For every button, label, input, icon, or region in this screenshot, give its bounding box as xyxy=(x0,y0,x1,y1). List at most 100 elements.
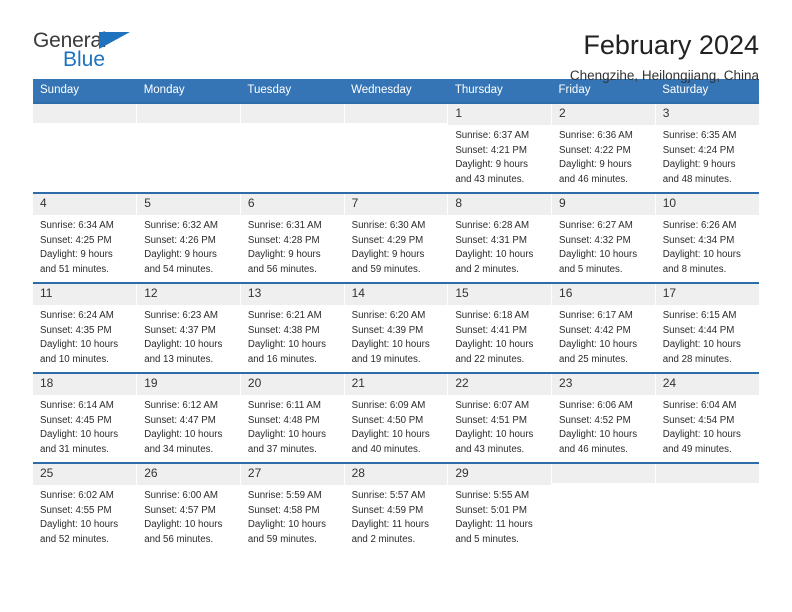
daylight-text-line2: and 2 minutes. xyxy=(455,264,519,275)
day-number xyxy=(33,104,137,123)
weekday-header-wednesday: Wednesday xyxy=(344,79,448,103)
sunset-text: Sunset: 4:24 PM xyxy=(662,144,735,156)
daylight-text-line2: and 52 minutes. xyxy=(40,534,109,545)
day-cell-empty xyxy=(655,462,759,553)
sunrise-text: Sunrise: 6:35 AM xyxy=(662,129,737,141)
day-cell[interactable]: 20 Sunrise: 6:11 AM Sunset: 4:48 PM Dayligh… xyxy=(240,372,345,463)
day-cell[interactable]: 28 Sunrise: 5:57 AM Sunset: 4:59 PM Dayligh… xyxy=(344,462,449,553)
day-cell[interactable]: 10 Sunrise: 6:26 AM Sunset: 4:34 PM Dayligh… xyxy=(655,192,759,283)
day-number: 14 xyxy=(344,284,448,305)
weekday-header-thursday: Thursday xyxy=(447,79,552,103)
sunrise-text: Sunrise: 6:06 AM xyxy=(559,399,633,411)
sunrise-text: Sunrise: 6:12 AM xyxy=(144,399,218,411)
daylight-text-line2: and 40 minutes. xyxy=(351,444,421,455)
day-cell[interactable]: 15 Sunrise: 6:18 AM Sunset: 4:41 PM Dayligh… xyxy=(447,282,553,373)
day-number xyxy=(655,464,759,483)
daylight-text-line1: Daylight: 9 hours xyxy=(351,249,425,261)
day-cell[interactable]: 24 Sunrise: 6:04 AM Sunset: 4:54 PM Dayligh… xyxy=(655,372,759,463)
daylight-text-line2: and 22 minutes. xyxy=(455,354,525,365)
page-subtitle: Chengzihe, Heilongjiang, China xyxy=(569,68,759,84)
sunset-text: Sunset: 4:55 PM xyxy=(40,504,112,516)
day-cell[interactable]: 18 Sunrise: 6:14 AM Sunset: 4:45 PM Dayligh… xyxy=(33,372,138,463)
day-cell[interactable]: 25 Sunrise: 6:02 AM Sunset: 4:55 PM Dayligh… xyxy=(33,462,138,553)
day-details: Sunrise: 6:04 AM Sunset: 4:54 PM Daylight:… xyxy=(656,395,759,458)
day-cell[interactable]: 29 Sunrise: 5:55 AM Sunset: 5:01 PM Dayligh… xyxy=(447,462,553,553)
sunrise-text: Sunrise: 6:00 AM xyxy=(144,489,218,501)
day-cell[interactable]: 17 Sunrise: 6:15 AM Sunset: 4:44 PM Dayligh… xyxy=(655,282,759,373)
day-cell[interactable]: 2 Sunrise: 6:36 AM Sunset: 4:22 PM Daylight… xyxy=(551,102,656,193)
day-number: 5 xyxy=(137,194,240,215)
day-number: 26 xyxy=(137,464,240,485)
sunset-text: Sunset: 4:21 PM xyxy=(455,144,527,156)
day-cell[interactable]: 12 Sunrise: 6:23 AM Sunset: 4:37 PM Dayligh… xyxy=(136,282,241,373)
daylight-text-line2: and 56 minutes. xyxy=(247,264,317,275)
sunset-text: Sunset: 5:01 PM xyxy=(455,504,527,516)
day-cell[interactable]: 6 Sunrise: 6:31 AM Sunset: 4:28 PM Daylight… xyxy=(240,192,345,283)
day-cell[interactable]: 19 Sunrise: 6:12 AM Sunset: 4:47 PM Dayligh… xyxy=(136,372,241,463)
day-cell[interactable]: 22 Sunrise: 6:07 AM Sunset: 4:51 PM Dayligh… xyxy=(447,372,553,463)
day-number: 2 xyxy=(552,104,655,125)
sunrise-text: Sunrise: 5:55 AM xyxy=(455,489,530,501)
daylight-text-line2: and 56 minutes. xyxy=(144,534,214,545)
sunrise-text: Sunrise: 6:14 AM xyxy=(40,399,114,411)
sunrise-text: Sunrise: 6:15 AM xyxy=(662,309,737,321)
day-details: Sunrise: 5:59 AM Sunset: 4:58 PM Daylight:… xyxy=(241,485,344,548)
sunrise-text: Sunrise: 6:07 AM xyxy=(455,399,530,411)
daylight-text-line2: and 19 minutes. xyxy=(351,354,421,365)
day-cell[interactable]: 8 Sunrise: 6:28 AM Sunset: 4:31 PM Daylight… xyxy=(447,192,553,283)
sunrise-text: Sunrise: 5:57 AM xyxy=(351,489,426,501)
day-details: Sunrise: 6:06 AM Sunset: 4:52 PM Daylight:… xyxy=(552,395,655,458)
day-number: 6 xyxy=(240,194,344,215)
sunset-text: Sunset: 4:51 PM xyxy=(455,414,527,426)
day-number: 19 xyxy=(137,374,240,395)
sunrise-text: Sunrise: 6:18 AM xyxy=(455,309,530,321)
daylight-text-line1: Daylight: 9 hours xyxy=(455,159,529,171)
daylight-text-line2: and 59 minutes. xyxy=(351,264,421,275)
daylight-text-line2: and 16 minutes. xyxy=(247,354,317,365)
day-details: Sunrise: 6:07 AM Sunset: 4:51 PM Daylight:… xyxy=(448,395,551,458)
day-cell[interactable]: 13 Sunrise: 6:21 AM Sunset: 4:38 PM Dayligh… xyxy=(240,282,345,373)
sunset-text: Sunset: 4:58 PM xyxy=(247,504,320,516)
daylight-text-line1: Daylight: 10 hours xyxy=(144,339,223,351)
sunset-text: Sunset: 4:28 PM xyxy=(247,234,320,246)
day-details: Sunrise: 5:55 AM Sunset: 5:01 PM Daylight:… xyxy=(448,485,551,548)
day-cell[interactable]: 23 Sunrise: 6:06 AM Sunset: 4:52 PM Dayligh… xyxy=(551,372,656,463)
daylight-text-line2: and 8 minutes. xyxy=(662,264,727,275)
calendar-week-row: 25 Sunrise: 6:02 AM Sunset: 4:55 PM Dayligh… xyxy=(33,462,759,553)
daylight-text-line2: and 34 minutes. xyxy=(144,444,214,455)
day-cell[interactable]: 16 Sunrise: 6:17 AM Sunset: 4:42 PM Dayligh… xyxy=(551,282,656,373)
day-cell[interactable]: 9 Sunrise: 6:27 AM Sunset: 4:32 PM Daylight… xyxy=(551,192,656,283)
day-cell[interactable]: 3 Sunrise: 6:35 AM Sunset: 4:24 PM Daylight… xyxy=(655,102,759,193)
sunrise-text: Sunrise: 6:28 AM xyxy=(455,219,530,231)
day-cell-empty xyxy=(240,102,345,193)
sunset-text: Sunset: 4:52 PM xyxy=(559,414,631,426)
daylight-text-line2: and 51 minutes. xyxy=(40,264,109,275)
day-number: 3 xyxy=(655,104,759,125)
day-details: Sunrise: 6:36 AM Sunset: 4:22 PM Daylight:… xyxy=(552,125,655,188)
daylight-text-line2: and 28 minutes. xyxy=(662,354,732,365)
calendar-grid: Sunday Monday Tuesday Wednesday Thursday Frid… xyxy=(33,79,759,553)
daylight-text-line2: and 2 minutes. xyxy=(351,534,416,545)
sunrise-text: Sunrise: 6:36 AM xyxy=(559,129,633,141)
day-cell[interactable]: 1 Sunrise: 6:37 AM Sunset: 4:21 PM Daylight… xyxy=(447,102,553,193)
calendar-week-row: 18 Sunrise: 6:14 AM Sunset: 4:45 PM Dayligh… xyxy=(33,372,759,463)
day-cell[interactable]: 26 Sunrise: 6:00 AM Sunset: 4:57 PM Dayligh… xyxy=(136,462,241,553)
sunrise-text: Sunrise: 6:30 AM xyxy=(351,219,426,231)
day-cell[interactable]: 4 Sunrise: 6:34 AM Sunset: 4:25 PM Daylight… xyxy=(33,192,138,283)
sunset-text: Sunset: 4:26 PM xyxy=(144,234,216,246)
day-cell[interactable]: 5 Sunrise: 6:32 AM Sunset: 4:26 PM Daylight… xyxy=(136,192,241,283)
day-cell[interactable]: 21 Sunrise: 6:09 AM Sunset: 4:50 PM Dayligh… xyxy=(344,372,449,463)
daylight-text-line1: Daylight: 10 hours xyxy=(40,429,119,441)
day-cell[interactable]: 7 Sunrise: 6:30 AM Sunset: 4:29 PM Daylight… xyxy=(344,192,449,283)
daylight-text-line1: Daylight: 11 hours xyxy=(455,519,533,531)
daylight-text-line2: and 46 minutes. xyxy=(559,444,628,455)
day-cell[interactable]: 11 Sunrise: 6:24 AM Sunset: 4:35 PM Dayligh… xyxy=(33,282,138,373)
daylight-text-line1: Daylight: 10 hours xyxy=(662,429,741,441)
day-number: 8 xyxy=(448,194,552,215)
sunrise-text: Sunrise: 6:09 AM xyxy=(351,399,426,411)
day-cell[interactable]: 14 Sunrise: 6:20 AM Sunset: 4:39 PM Dayligh… xyxy=(344,282,449,373)
daylight-text-line2: and 5 minutes. xyxy=(559,264,623,275)
sunset-text: Sunset: 4:47 PM xyxy=(144,414,216,426)
day-cell[interactable]: 27 Sunrise: 5:59 AM Sunset: 4:58 PM Dayligh… xyxy=(240,462,345,553)
day-number: 27 xyxy=(240,464,344,485)
